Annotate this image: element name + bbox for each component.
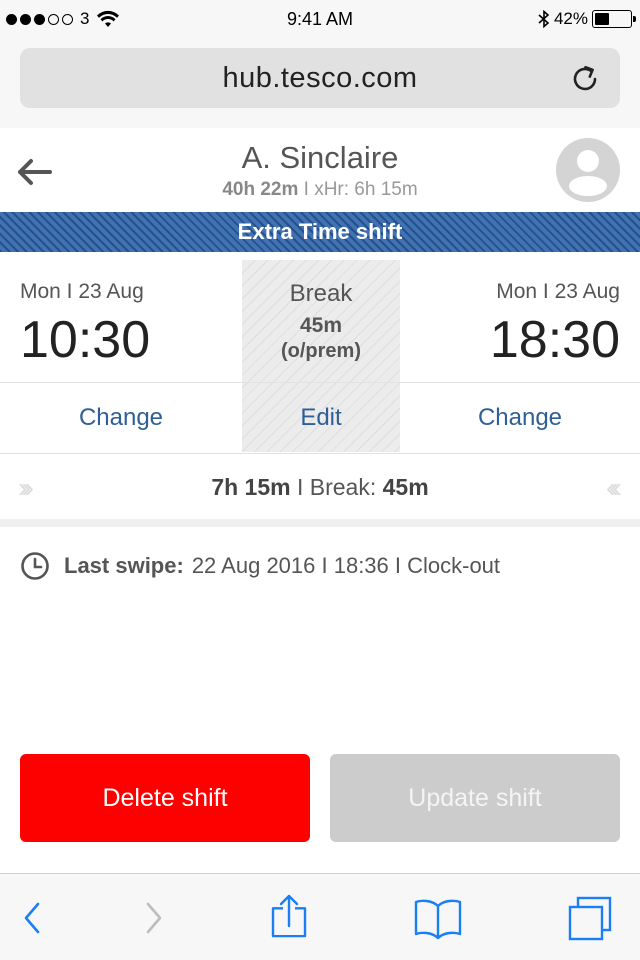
reload-icon[interactable] — [568, 62, 602, 96]
break-label: Break — [289, 280, 353, 307]
chevron-right-icon[interactable] — [130, 894, 180, 942]
browser-chrome: hub.tesco.com — [0, 40, 640, 128]
url-text[interactable]: hub.tesco.com — [20, 62, 620, 95]
section-separator — [0, 519, 640, 527]
break-duration: 45m — [299, 314, 343, 337]
divider — [0, 382, 640, 383]
employee-name: A. Sinclaire — [241, 140, 399, 175]
start-day: Mon I 23 Aug — [20, 280, 144, 303]
break-type: (o/prem) — [281, 340, 361, 362]
start-time: 10:30 — [20, 311, 151, 369]
change-start-link[interactable]: Change — [0, 404, 242, 432]
shift-header: A. Sinclaire 40h 22m I xHr: 6h 15m — [0, 128, 640, 212]
battery-percent: 42% — [553, 9, 588, 28]
chevrons-left-icon: ‹‹‹ — [606, 472, 622, 503]
bluetooth-icon — [538, 10, 550, 28]
last-swipe-label: Last swipe: — [64, 553, 184, 578]
status-bar: 3 9:41 AM 42% — [0, 0, 640, 40]
duration-summary: 7h 15m I Break: 45m — [0, 474, 640, 501]
update-shift-button[interactable]: Update shift — [330, 754, 620, 842]
change-end-link[interactable]: Change — [400, 404, 640, 432]
user-avatar-icon[interactable] — [556, 138, 620, 202]
battery-fill — [595, 13, 610, 25]
shift-duration-row: ››› 7h 15m I Break: 45m ‹‹‹ — [0, 453, 640, 519]
tabs-icon[interactable] — [566, 894, 616, 942]
delete-shift-button[interactable]: Delete shift — [20, 754, 310, 842]
bookmarks-icon[interactable] — [413, 894, 463, 942]
shift-times: Mon I 23 Aug 10:30 Break 45m (o/prem) Mo… — [0, 260, 640, 452]
total-duration: 7h 15m — [211, 474, 291, 500]
share-icon[interactable] — [264, 894, 314, 942]
clock-icon — [21, 552, 49, 580]
shift-type-banner: Extra Time shift — [0, 212, 640, 252]
end-time: 18:30 — [489, 311, 620, 369]
break-prefix: I Break: — [290, 474, 383, 500]
user-silhouette — [569, 150, 607, 196]
break-duration-summary: 45m — [382, 474, 429, 500]
battery-icon — [592, 10, 636, 28]
battery-indicator: 42% — [538, 9, 636, 29]
chevron-left-icon[interactable] — [8, 894, 58, 942]
last-swipe-value: 22 Aug 2016 I 18:36 I Clock-out — [191, 553, 501, 578]
address-bar[interactable]: hub.tesco.com — [20, 48, 620, 108]
hours-total: 40h 22m — [222, 179, 299, 200]
edit-break-link[interactable]: Edit — [242, 404, 400, 432]
browser-toolbar — [0, 873, 640, 960]
last-swipe: Last swipe: 22 Aug 2016 I 18:36 I Clock-… — [20, 550, 500, 582]
end-day: Mon I 23 Aug — [496, 280, 620, 303]
hours-summary: 40h 22m I xHr: 6h 15m — [0, 179, 640, 201]
hours-extra: I xHr: 6h 15m — [303, 179, 418, 200]
